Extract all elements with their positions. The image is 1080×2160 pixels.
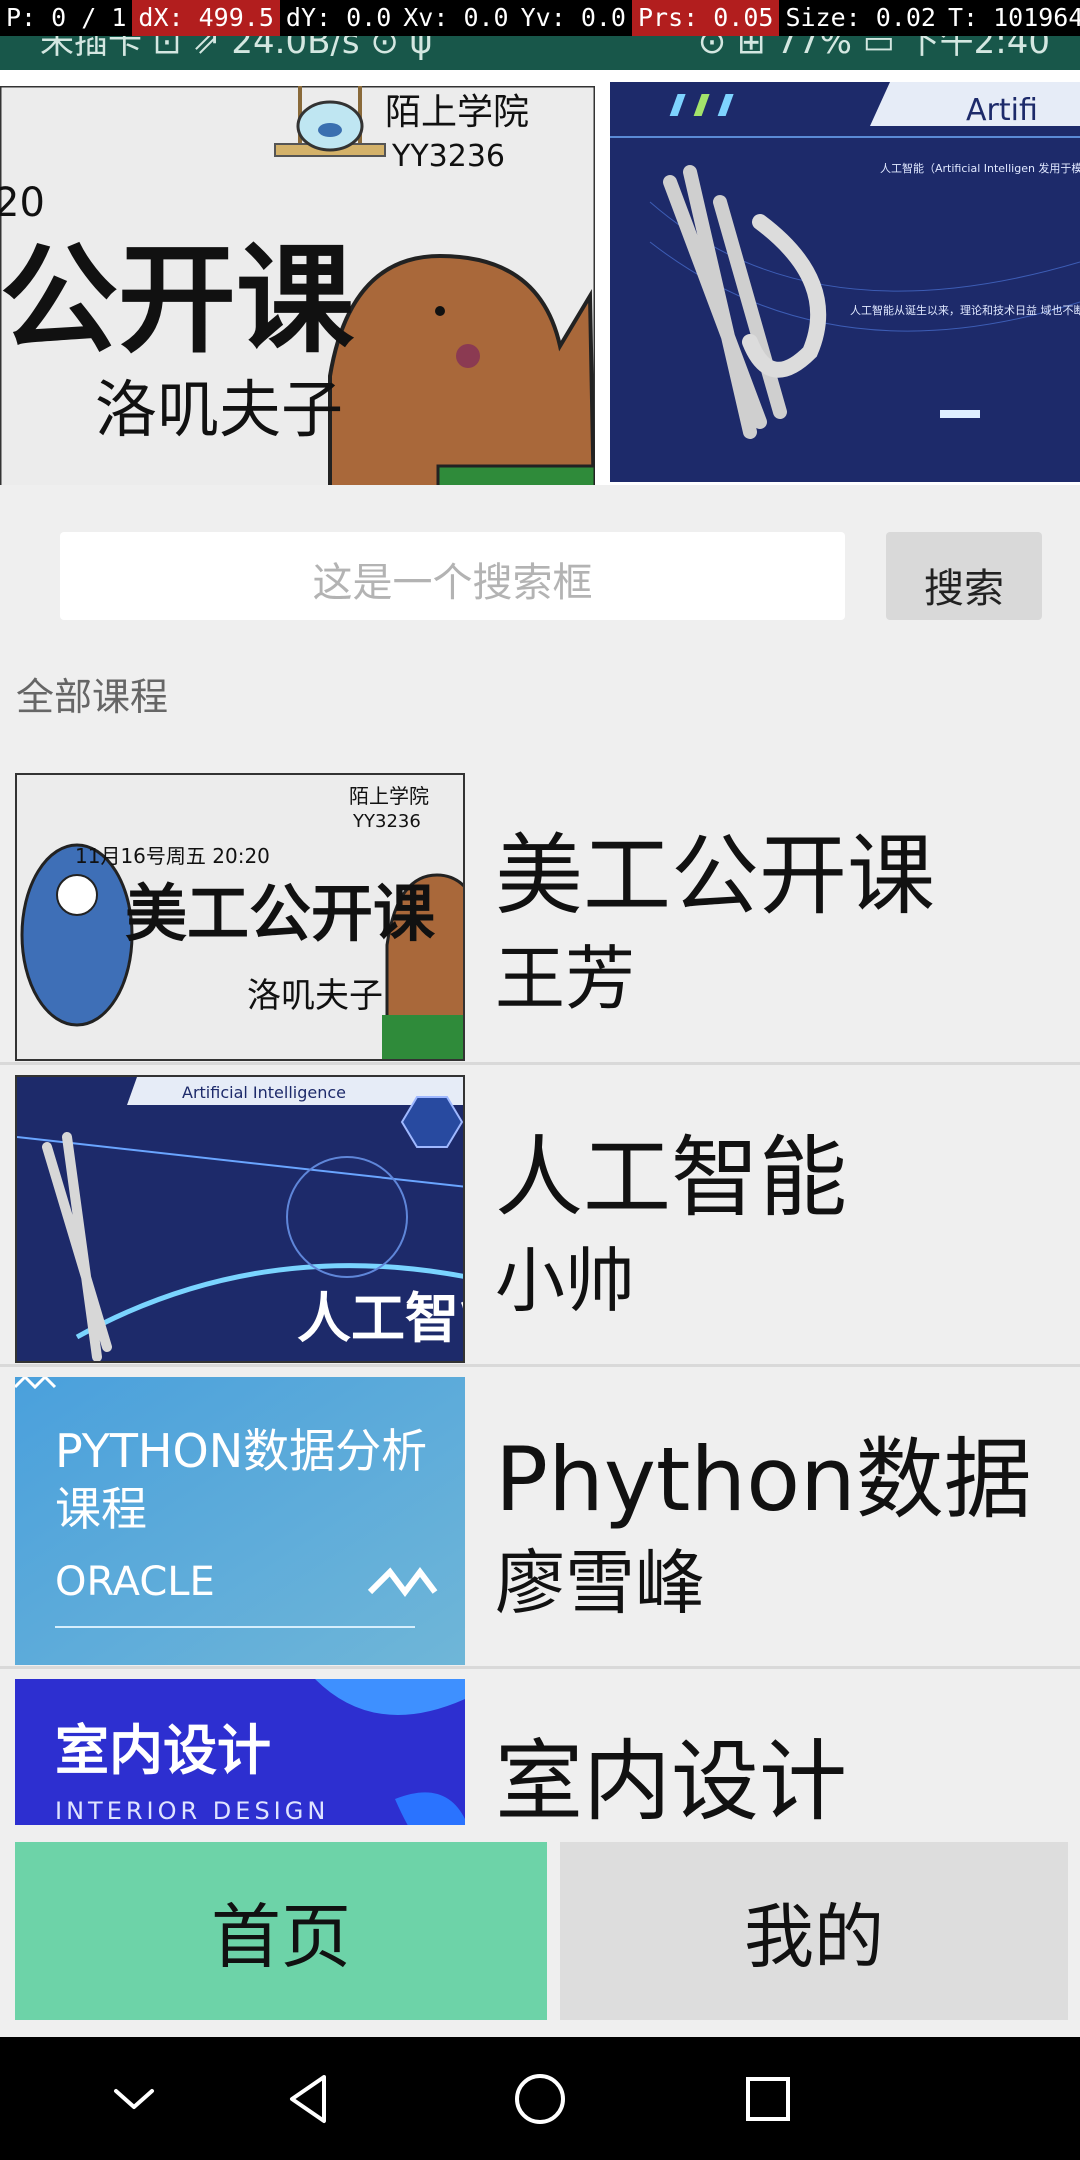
course-thumbnail: 陌上学院 YY3236 11月16号周五 20:20 美工公开课 洛叽夫子 [15, 773, 465, 1061]
banner-date-text: 20 [0, 180, 45, 226]
ai-banner-heading: Artifi [966, 93, 1038, 128]
thumb-date: 11月16号周五 20:20 [75, 844, 270, 868]
banner-code-text: YY3236 [391, 139, 505, 174]
course-thumbnail: PYTHON数据分析 课程 ORACLE [15, 1377, 465, 1665]
course-title: 室内设计 [495, 1730, 848, 1825]
tab-mine[interactable]: 我的 [560, 1842, 1068, 2020]
search-button[interactable]: 搜索 [886, 532, 1042, 620]
section-title-all-courses: 全部课程 [16, 675, 169, 719]
thumb-title: 人工智能 [297, 1287, 465, 1350]
debug-pointer: P: 0 / 1 [6, 3, 127, 32]
debug-dx: dX: 499.5 [132, 0, 280, 36]
course-item[interactable]: PYTHON数据分析 课程 ORACLE Phython数据 廖雪峰 [0, 1369, 1080, 1669]
chevron-down-icon[interactable] [102, 2067, 166, 2131]
ai-banner-illustration: Artifi 人工智能（Artificial Intelligen 发用于模拟、… [610, 82, 1080, 482]
home-circle-icon[interactable] [508, 2067, 572, 2131]
banner-slide-open-class[interactable]: 陌上学院 YY3236 20 公开课 洛叽夫子 [0, 86, 595, 485]
thumb-title: 室内设计 [55, 1719, 271, 1782]
course-item[interactable]: 室内设计 INTERIOR DESIGN 室内设计 [0, 1671, 1080, 1825]
banner-title-text: 公开课 [0, 231, 355, 369]
course-item[interactable]: 陌上学院 YY3236 11月16号周五 20:20 美工公开课 洛叽夫子 美工… [0, 765, 1080, 1065]
app-screen: { "status_bar": { "left_text": "未插卡 ⊡ ⇗ … [0, 0, 1080, 2160]
banner-slide-ai[interactable]: Artifi 人工智能（Artificial Intelligen 发用于模拟、… [610, 82, 1080, 482]
ai-banner-para1: 人工智能（Artificial Intelligen 发用于模拟、延伸和扩展人的… [880, 161, 1080, 175]
search-input[interactable]: 这是一个搜索框 [60, 532, 845, 620]
course-thumbnail: Artificial Intelligence 人工智能 [15, 1075, 465, 1363]
course-teacher: 小帅 [495, 1240, 635, 1322]
thumb-teacher: 洛叽夫子 [247, 976, 383, 1016]
debug-size: Size: 0.02 [785, 3, 936, 32]
course-teacher: 廖雪峰 [495, 1542, 705, 1624]
debug-yv: Yv: 0.0 [520, 3, 626, 32]
debug-prs: Prs: 0.05 [631, 0, 780, 36]
course-title: 人工智能 [495, 1126, 848, 1229]
thumb-sub: INTERIOR DESIGN [55, 1797, 329, 1825]
course-thumbnail: 室内设计 INTERIOR DESIGN [15, 1679, 465, 1825]
thumb-title: 美工公开课 [125, 877, 436, 950]
debug-xv: Xv: 0.0 [403, 3, 509, 32]
course-list[interactable]: 陌上学院 YY3236 11月16号周五 20:20 美工公开课 洛叽夫子 美工… [0, 765, 1080, 1825]
course-teacher: 王芳 [495, 938, 635, 1020]
system-nav-bar [0, 2037, 1080, 2160]
banner-teacher-text: 洛叽夫子 [95, 373, 343, 446]
thumb-line2: 课程 [55, 1482, 147, 1536]
banner-illustration: 陌上学院 YY3236 20 公开课 洛叽夫子 [0, 86, 595, 485]
thumb-code: YY3236 [352, 811, 421, 832]
debug-t: T: 101964 [947, 3, 1080, 32]
course-item[interactable]: Artificial Intelligence 人工智能 人工智能 小帅 [0, 1067, 1080, 1367]
pointer-location-overlay: P: 0 / 1 dX: 499.5 dY: 0.0 Xv: 0.0 Yv: 0… [0, 0, 1080, 36]
recents-square-icon[interactable] [736, 2067, 800, 2131]
back-icon[interactable] [278, 2067, 342, 2131]
ai-banner-para2: 人工智能从诞生以来，理论和技术日益 域也不断扩大，可以设想，未来人工智 产品，将… [850, 303, 1080, 317]
thumb-heading: Artificial Intelligence [182, 1083, 346, 1102]
course-title: 美工公开课 [495, 824, 936, 927]
banner-school-text: 陌上学院 [385, 92, 529, 133]
debug-dy: dY: 0.0 [285, 3, 392, 32]
course-title: Phython数据 [495, 1428, 1032, 1531]
thumb-line1: PYTHON数据分析 [55, 1424, 427, 1478]
tab-home[interactable]: 首页 [15, 1842, 547, 2020]
banner-carousel[interactable]: 陌上学院 YY3236 20 公开课 洛叽夫子 Artifi 人工智能（Arti… [0, 70, 1080, 485]
thumb-school: 陌上学院 [349, 784, 429, 808]
thumb-line3: ORACLE [55, 1559, 215, 1605]
